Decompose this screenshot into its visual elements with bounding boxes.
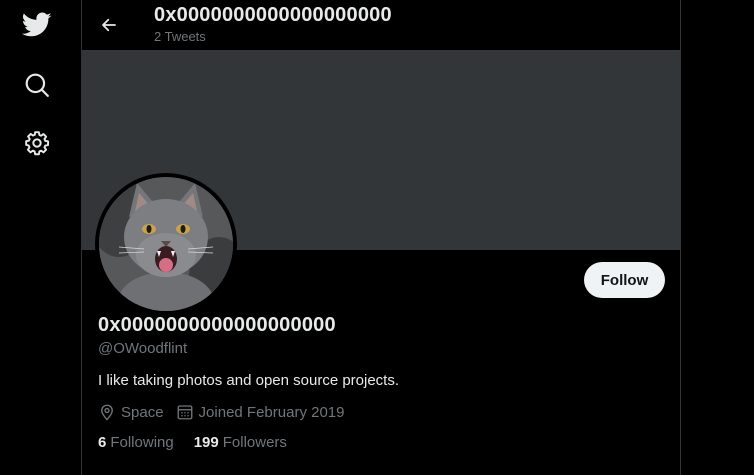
search-icon[interactable]: [17, 65, 57, 105]
display-name: 0x0000000000000000000: [98, 314, 336, 336]
profile-bio: I like taking photos and open source pro…: [98, 372, 400, 389]
avatar[interactable]: [95, 173, 237, 315]
back-arrow-icon[interactable]: [94, 10, 124, 40]
profile-meta: Space Joined February 2019: [98, 402, 356, 422]
gear-icon[interactable]: [17, 123, 57, 163]
follow-button[interactable]: Follow: [584, 262, 665, 298]
nav-rail: [0, 0, 81, 475]
followers-link[interactable]: 199 Followers: [194, 434, 287, 451]
followers-label: Followers: [222, 434, 287, 451]
avatar-image: [99, 177, 233, 311]
user-handle: @OWoodflint: [98, 340, 188, 357]
following-count: 6: [98, 434, 107, 451]
twitter-bird-icon[interactable]: [17, 5, 57, 45]
location-item: Space: [98, 403, 164, 421]
profile-column: 0x0000000000000000000 2 Tweets Follow 0x…: [81, 0, 681, 475]
follow-stats: 6 Following 199 Followers: [98, 434, 307, 451]
joined-item: Joined February 2019: [176, 403, 345, 421]
header-tweet-count: 2 Tweets: [154, 29, 206, 44]
calendar-icon: [177, 405, 192, 420]
location-pin-icon: [101, 404, 113, 421]
joined-text: Joined February 2019: [198, 403, 345, 421]
location-text: Space: [121, 403, 164, 421]
header-title: 0x0000000000000000000: [154, 4, 392, 26]
followers-count: 199: [193, 434, 219, 451]
following-link[interactable]: 6 Following: [98, 434, 174, 451]
following-label: Following: [110, 434, 174, 451]
profile-header: 0x0000000000000000000 2 Tweets: [82, 0, 680, 50]
